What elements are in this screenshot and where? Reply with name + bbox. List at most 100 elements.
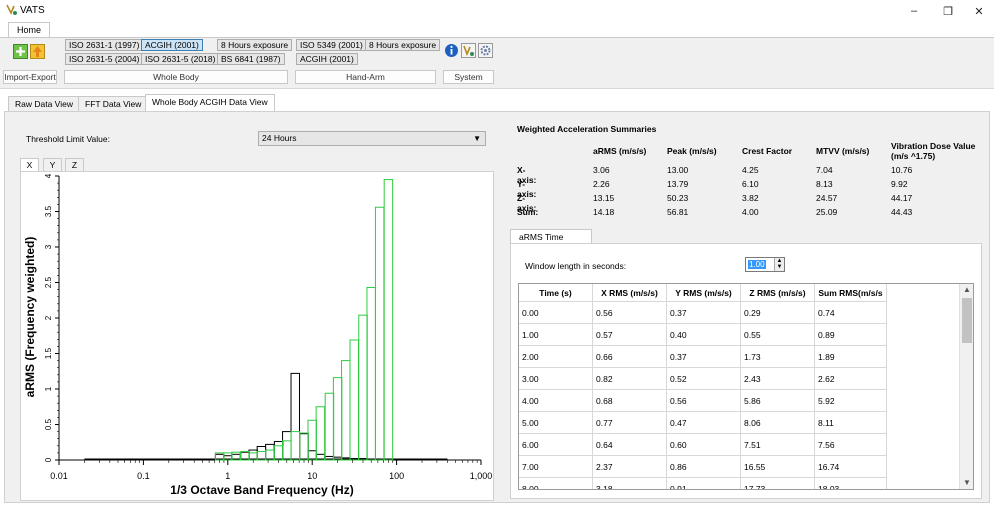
window-length-spinbox[interactable]: 1.00 ▲ ▼ bbox=[745, 257, 785, 272]
scroll-down-icon[interactable]: ▼ bbox=[960, 477, 973, 489]
arms-history-table[interactable]: Time (s) X RMS (m/s/s) Y RMS (m/s/s) Z RMS … bbox=[518, 283, 974, 490]
tab-home[interactable]: Home bbox=[8, 22, 50, 38]
iso-2631-5-2004-button[interactable]: ISO 2631-5 (2004) bbox=[65, 53, 144, 65]
summary-cell: 10.76 bbox=[891, 165, 913, 175]
export-icon[interactable] bbox=[30, 44, 45, 59]
table-cell: 0.56 bbox=[593, 302, 667, 324]
scroll-up-icon[interactable]: ▲ bbox=[960, 284, 973, 296]
settings-icon[interactable] bbox=[478, 43, 493, 58]
summary-cell: 4.25 bbox=[742, 165, 759, 175]
bs-6841-1987-button[interactable]: BS 6841 (1987) bbox=[217, 53, 285, 65]
summary-title: Weighted Acceleration Summaries bbox=[517, 124, 657, 134]
chart-bar-series-1 bbox=[273, 445, 284, 461]
table-cell: 0.60 bbox=[667, 434, 741, 456]
table-cell: 17.73 bbox=[741, 478, 815, 489]
table-row[interactable]: 5.00 0.77 0.47 8.06 8.11 bbox=[519, 412, 887, 434]
chart-y-tick-label: 1 bbox=[44, 386, 53, 391]
table-row[interactable]: 7.00 2.37 0.86 16.55 16.74 bbox=[519, 456, 887, 478]
chart-x-tick-label: 1,000 bbox=[470, 471, 493, 481]
table-header[interactable]: Time (s) bbox=[519, 284, 593, 302]
table-cell: 0.86 bbox=[667, 456, 741, 478]
table-cell: 0.91 bbox=[667, 478, 741, 489]
minimize-button[interactable]: – bbox=[901, 2, 927, 20]
table-row[interactable]: 3.00 0.82 0.52 2.43 2.62 bbox=[519, 368, 887, 390]
chart-bar-series-0 bbox=[273, 441, 284, 461]
chart-x-tick-label: 0.01 bbox=[50, 471, 68, 481]
table-row[interactable]: 4.00 0.68 0.56 5.86 5.92 bbox=[519, 390, 887, 412]
iso-5349-2001-button[interactable]: ISO 5349 (2001) bbox=[296, 39, 367, 51]
tab-raw-data-view[interactable]: Raw Data View bbox=[8, 96, 80, 112]
table-cell: 0.00 bbox=[519, 302, 593, 324]
chart-bar-series-0 bbox=[256, 446, 267, 461]
table-cell: 1.00 bbox=[519, 324, 593, 346]
table-cell: 6.00 bbox=[519, 434, 593, 456]
summary-cell: 44.17 bbox=[891, 193, 913, 203]
table-row[interactable]: 8.00 3.18 0.91 17.73 18.03 bbox=[519, 478, 887, 489]
info-icon[interactable] bbox=[444, 43, 459, 58]
table-cell: 0.64 bbox=[593, 434, 667, 456]
table-cell: 8.11 bbox=[815, 412, 887, 434]
tab-axis-y[interactable]: Y bbox=[43, 158, 62, 172]
acgih-2001-hand-arm-button[interactable]: ACGIH (2001) bbox=[296, 53, 358, 65]
tab-whole-body-acgih-data-view[interactable]: Whole Body ACGIH Data View bbox=[145, 94, 275, 112]
table-cell: 0.89 bbox=[815, 324, 887, 346]
table-cell: 8.00 bbox=[519, 478, 593, 489]
table-header[interactable]: Y RMS (m/s/s) bbox=[667, 284, 741, 302]
tab-axis-z[interactable]: Z bbox=[65, 158, 84, 172]
tab-arms-time-history[interactable]: aRMS Time History bbox=[510, 229, 592, 256]
acgih-2001-whole-body-button[interactable]: ACGIH (2001) bbox=[141, 39, 203, 51]
chart-bar-series-1 bbox=[374, 206, 385, 461]
chart-bar-series-0 bbox=[290, 372, 300, 461]
chart-bar-series-1 bbox=[307, 419, 317, 461]
hand-arm-8-hours-button[interactable]: 8 Hours exposure bbox=[365, 39, 441, 51]
import-icon[interactable] bbox=[13, 44, 28, 59]
window-length-value[interactable]: 1.00 bbox=[748, 260, 766, 269]
summary-header: Peak (m/s/s) bbox=[667, 146, 717, 156]
summary-cell: 44.43 bbox=[891, 207, 913, 217]
summary-cell: 25.09 bbox=[816, 207, 838, 217]
threshold-limit-select[interactable]: 24 Hours ▼ bbox=[258, 131, 486, 146]
scrollbar-thumb[interactable] bbox=[962, 298, 972, 343]
iso-2631-1-1997-button[interactable]: ISO 2631-1 (1997) bbox=[65, 39, 144, 51]
chart-bar-series-1 bbox=[332, 377, 343, 461]
chart-bar-series-1 bbox=[315, 406, 326, 461]
chart-y-tick-label: 3.5 bbox=[44, 205, 53, 217]
chart-y-tick-label: 2 bbox=[44, 315, 53, 320]
maximize-button[interactable]: ❐ bbox=[935, 2, 961, 20]
summary-header: MTVV (m/s/s) bbox=[816, 146, 870, 156]
summary-cell: 24.57 bbox=[816, 193, 838, 203]
summary-cell: 6.10 bbox=[742, 179, 759, 189]
chart-bar-series-0 bbox=[299, 433, 309, 461]
vats-logo-icon[interactable] bbox=[461, 43, 476, 58]
table-header[interactable]: Sum RMS(m/s/s bbox=[815, 284, 887, 302]
summary-cell: 13.15 bbox=[593, 193, 615, 203]
restore-icon: ❐ bbox=[943, 5, 953, 18]
tab-fft-data-view[interactable]: FFT Data View bbox=[78, 96, 149, 112]
summary-header: Crest Factor bbox=[742, 146, 793, 156]
table-cell: 4.00 bbox=[519, 390, 593, 412]
table-header[interactable]: X RMS (m/s/s) bbox=[593, 284, 667, 302]
import-export-group-label: Import-Export bbox=[3, 70, 57, 84]
table-scrollbar[interactable]: ▲ ▼ bbox=[959, 284, 973, 489]
table-cell: 0.40 bbox=[667, 324, 741, 346]
chart-x-tick-label: 1 bbox=[225, 471, 230, 481]
table-row[interactable]: 6.00 0.64 0.60 7.51 7.56 bbox=[519, 434, 887, 456]
table-cell: 0.55 bbox=[741, 324, 815, 346]
tab-axis-x[interactable]: X bbox=[20, 158, 39, 172]
table-row[interactable]: 2.00 0.66 0.37 1.73 1.89 bbox=[519, 346, 887, 368]
frequency-chart-area: 0.01 0.1 1 10 100 1,000 0 0.5 1 1.5 2 2.5 3 3.5 4 1/3 … bbox=[20, 171, 494, 501]
table-row[interactable]: 1.00 0.57 0.40 0.55 0.89 bbox=[519, 324, 887, 346]
summary-cell: 8.13 bbox=[816, 179, 833, 189]
iso-2631-5-2018-button[interactable]: ISO 2631-5 (2018) bbox=[141, 53, 220, 65]
table-header[interactable]: Z RMS (m/s/s) bbox=[741, 284, 815, 302]
spin-arrows-icon[interactable]: ▲ ▼ bbox=[774, 258, 784, 271]
chart-x-tick-label: 10 bbox=[307, 471, 317, 481]
table-cell: 0.82 bbox=[593, 368, 667, 390]
close-button[interactable]: ✕ bbox=[966, 2, 992, 20]
summary-row-label: Sum: bbox=[517, 207, 539, 217]
chart-bar-series-1 bbox=[299, 432, 309, 461]
table-cell: 5.92 bbox=[815, 390, 887, 412]
summary-cell: 50.23 bbox=[667, 193, 689, 203]
table-row[interactable]: 0.00 0.56 0.37 0.29 0.74 bbox=[519, 302, 887, 324]
whole-body-8-hours-button[interactable]: 8 Hours exposure bbox=[217, 39, 293, 51]
